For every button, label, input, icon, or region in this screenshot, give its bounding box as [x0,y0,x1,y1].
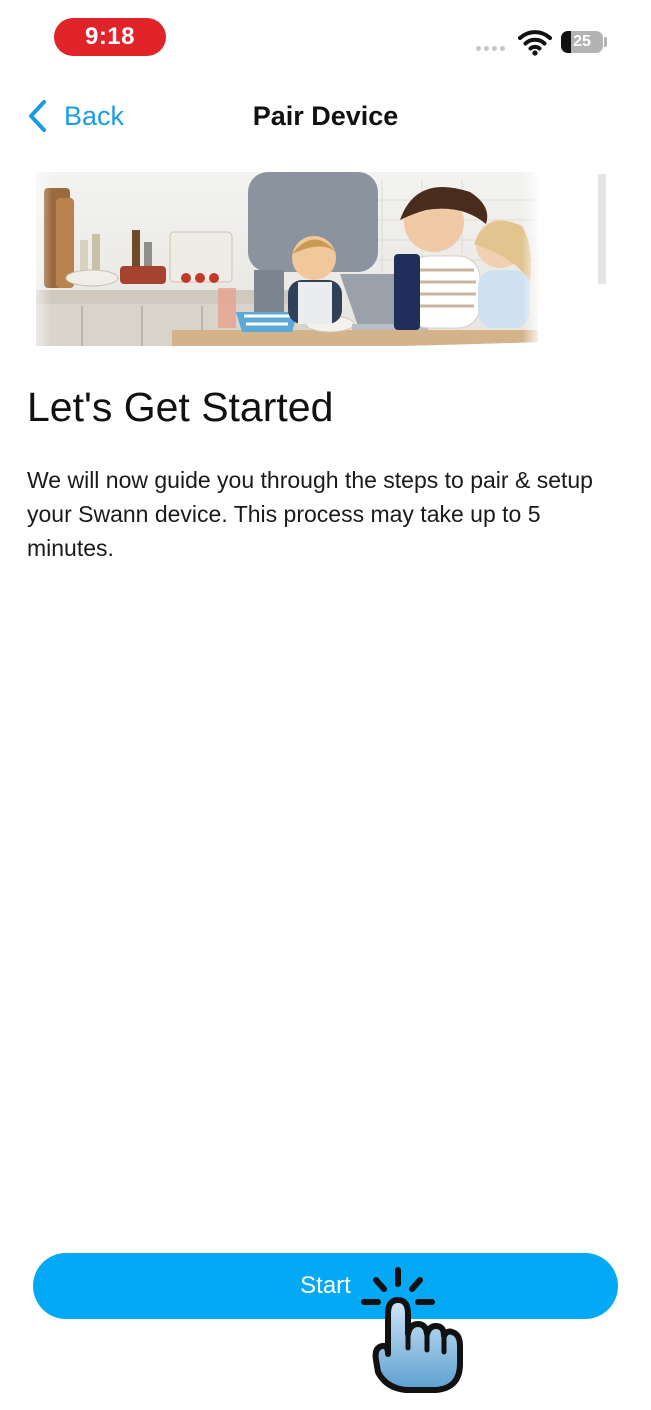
wifi-icon [518,30,552,56]
chevron-left-icon [29,100,46,132]
pair-device-screen: 9:18 25 Back Pair Device Let's Get Start… [0,0,651,1410]
battery-tip [604,37,607,47]
battery-level: 25 [573,33,591,50]
page-heading: Let's Get Started [27,384,334,430]
start-button[interactable]: Start [33,1253,618,1319]
tap-hand-icon [361,1267,463,1393]
status-time: 9:18 [54,18,166,56]
intro-text: We will now guide you through the steps … [27,467,593,561]
back-button[interactable]: Back [26,96,124,136]
cellular-signal-icon [476,46,505,51]
start-button-label: Start [300,1272,351,1299]
family-kitchen-illustration [22,170,606,350]
battery-icon: 25 [561,31,603,53]
back-label: Back [64,100,125,131]
